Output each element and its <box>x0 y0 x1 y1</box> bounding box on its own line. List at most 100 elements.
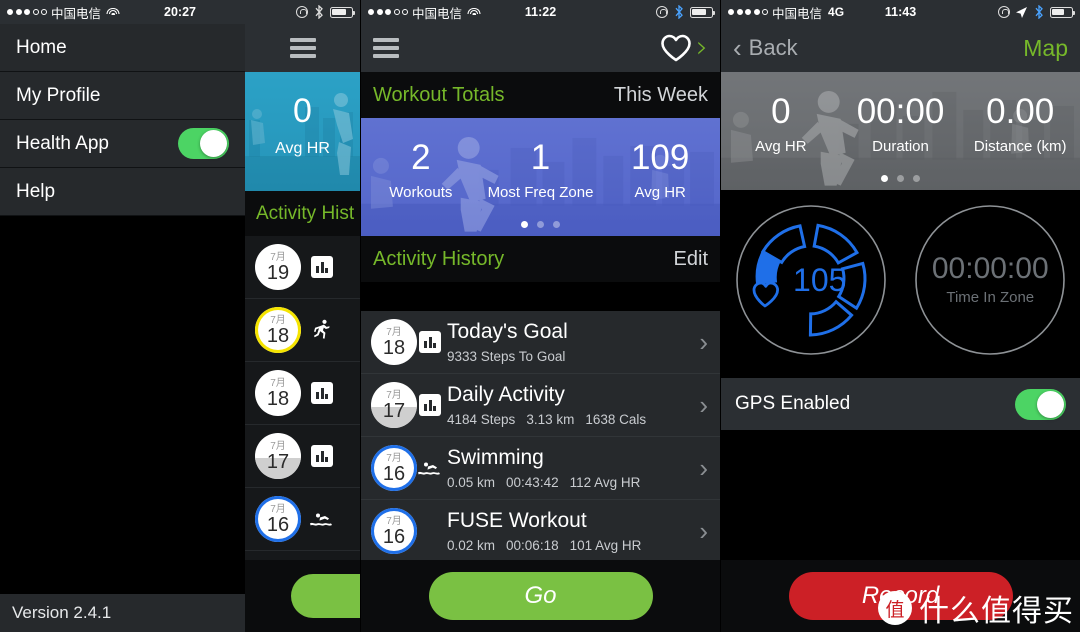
table-row[interactable]: 7月 18 Today's Goal 9333 Steps To Goal › <box>361 311 720 374</box>
list-item[interactable]: 7月 19 <box>245 236 360 299</box>
date-day: 18 <box>382 337 406 359</box>
hero-stat-value: 0 <box>771 92 791 131</box>
menu-item-home[interactable]: Home <box>0 24 245 72</box>
chevron-right-icon[interactable]: › <box>699 329 708 355</box>
edit-button[interactable]: Edit <box>674 248 708 271</box>
bar-chart-icon <box>309 380 335 406</box>
chevron-right-icon[interactable]: › <box>696 33 708 63</box>
hero-stat: 2 Workouts <box>361 140 481 203</box>
location-arrow-icon <box>1016 6 1027 18</box>
list-item[interactable]: 7月 17 <box>245 425 360 488</box>
battery-icon <box>690 6 716 18</box>
signal-dots-icon <box>368 9 408 15</box>
hamburger-icon[interactable] <box>289 38 316 58</box>
date-day: 16 <box>266 514 290 536</box>
row-texts: Swimming 0.05 km 00:43:42 112 Avg HR <box>447 446 693 489</box>
status-bar-left: 中国电信 20:27 <box>0 0 360 24</box>
hero-stat-label: Avg HR <box>755 138 807 155</box>
hero-stat: 1 Most Freq Zone <box>481 140 601 203</box>
map-button[interactable]: Map <box>1023 35 1068 62</box>
signal-dots-icon <box>728 9 768 15</box>
menu-item-help[interactable]: Help <box>0 168 245 216</box>
hamburger-icon[interactable] <box>373 38 399 58</box>
hero-stat: 00:00 Duration <box>841 94 961 157</box>
list-item[interactable]: 7月 18 <box>245 299 360 362</box>
status-left-group: 中国电信 <box>368 3 481 22</box>
carrier-label: 中国电信 <box>412 6 463 21</box>
menu-item-label: Help <box>16 180 56 202</box>
hr-gauge-value: 105 <box>793 262 847 298</box>
workout-icon <box>417 518 443 544</box>
activity-history-list[interactable]: 7月 18 Today's Goal 9333 Steps To Goal › 7… <box>361 311 720 560</box>
table-row[interactable]: 7月 17 Daily Activity 4184 Steps 3.13 km 1… <box>361 374 720 437</box>
back-button[interactable]: ‹ Back <box>733 35 798 61</box>
heart-icon[interactable] <box>660 34 692 62</box>
go-button[interactable]: Go <box>428 572 653 620</box>
date-badge: 7月 18 <box>371 319 417 365</box>
page-indicator[interactable] <box>361 221 720 228</box>
battery-icon <box>330 6 356 18</box>
peek-avg-hr-stat: 0 Avg HR <box>245 94 360 158</box>
hero-stat-group: 2 Workouts 1 Most Freq Zone 109 Avg HR <box>361 118 720 236</box>
health-app-toggle[interactable] <box>178 128 229 159</box>
menu-item-my-profile[interactable]: My Profile <box>0 72 245 120</box>
signal-dots-icon <box>7 9 47 15</box>
workout-totals-banner[interactable]: 2 Workouts 1 Most Freq Zone 109 Avg HR <box>361 118 720 236</box>
version-label: Version 2.4.1 <box>0 594 245 632</box>
date-badge: 7月 18 <box>255 370 301 416</box>
status-right-group <box>656 5 716 19</box>
chevron-right-icon[interactable]: › <box>699 518 708 544</box>
peek-nav-bar <box>245 24 360 72</box>
list-item[interactable]: 7月 16 <box>245 488 360 551</box>
row-stats: 0.05 km 00:43:42 112 Avg HR <box>447 475 693 490</box>
row-stat: 101 Avg HR <box>569 537 642 553</box>
date-day: 17 <box>266 451 290 473</box>
menu-item-health-app[interactable]: Health App <box>0 120 245 168</box>
page-indicator[interactable] <box>721 175 1080 182</box>
status-right-group <box>998 5 1076 19</box>
workout-totals-range[interactable]: This Week <box>614 84 708 107</box>
wifi-icon <box>467 7 481 18</box>
row-stat: 00:43:42 <box>506 474 559 490</box>
date-day: 16 <box>382 526 406 548</box>
row-stats: 9333 Steps To Goal <box>447 349 693 364</box>
date-day: 18 <box>266 325 290 347</box>
table-row[interactable]: 7月 16 Swimming 0.05 km 00:43:42 112 Avg H… <box>361 437 720 500</box>
date-day: 18 <box>266 388 290 410</box>
watermark-text: 什么值得买 <box>919 594 1074 629</box>
row-stat: 0.05 km <box>447 474 496 490</box>
nav-bar-workout: ‹ Back Map <box>721 24 1080 72</box>
battery-icon <box>1050 6 1076 18</box>
gps-toggle[interactable] <box>1015 388 1066 420</box>
heart-rate-gauge[interactable]: 105 <box>732 201 890 359</box>
hero-stat-value: 0.00 <box>986 92 1055 131</box>
hero-stat-label: Workouts <box>389 184 453 201</box>
workout-totals-title: Workout Totals <box>373 83 505 106</box>
bluetooth-icon <box>1035 5 1043 19</box>
workout-hero-banner[interactable]: 0 Avg HR 00:00 Duration 0.00 Distance (k… <box>721 72 1080 190</box>
watermark-badge: 值 <box>878 591 912 625</box>
date-badge: 7月 16 <box>371 508 417 554</box>
hero-stat: 0 Avg HR <box>721 94 841 157</box>
rotation-lock-icon <box>656 6 668 18</box>
peek-go-button[interactable] <box>291 574 360 618</box>
hero-stat: 109 Avg HR <box>600 140 720 203</box>
peek-home-screen[interactable]: 0 Avg HR Activity Hist 7月 19 7月 18 7月 18… <box>245 24 360 632</box>
row-title: Today's Goal <box>447 320 568 344</box>
date-badge: 7月 16 <box>371 445 417 491</box>
list-item[interactable]: 7月 18 <box>245 362 360 425</box>
chevron-right-icon[interactable]: › <box>699 455 708 481</box>
peek-avg-hr-label: Avg HR <box>275 140 330 157</box>
time-in-zone-gauge[interactable]: 00:00:00 Time In Zone <box>911 201 1069 359</box>
gps-enabled-row[interactable]: GPS Enabled <box>721 378 1080 430</box>
hero-stat-label: Distance (km) <box>973 138 1067 155</box>
row-stat: 4184 Steps <box>447 411 516 427</box>
row-title: Swimming <box>447 446 544 470</box>
row-stats: 4184 Steps 3.13 km 1638 Cals <box>447 412 693 427</box>
table-row[interactable]: 7月 16 FUSE Workout 0.02 km 00:06:18 101 A… <box>361 500 720 560</box>
wifi-icon <box>106 7 120 18</box>
tiz-gauge-value: 00:00:00 <box>931 252 1049 285</box>
panel-workout-record: 中国电信 4G 11:43 ‹ Back Map 0 Avg HR 00:00 … <box>720 0 1080 632</box>
chevron-right-icon[interactable]: › <box>699 392 708 418</box>
drawer-menu: Home My Profile Health App Help Version … <box>0 24 245 632</box>
